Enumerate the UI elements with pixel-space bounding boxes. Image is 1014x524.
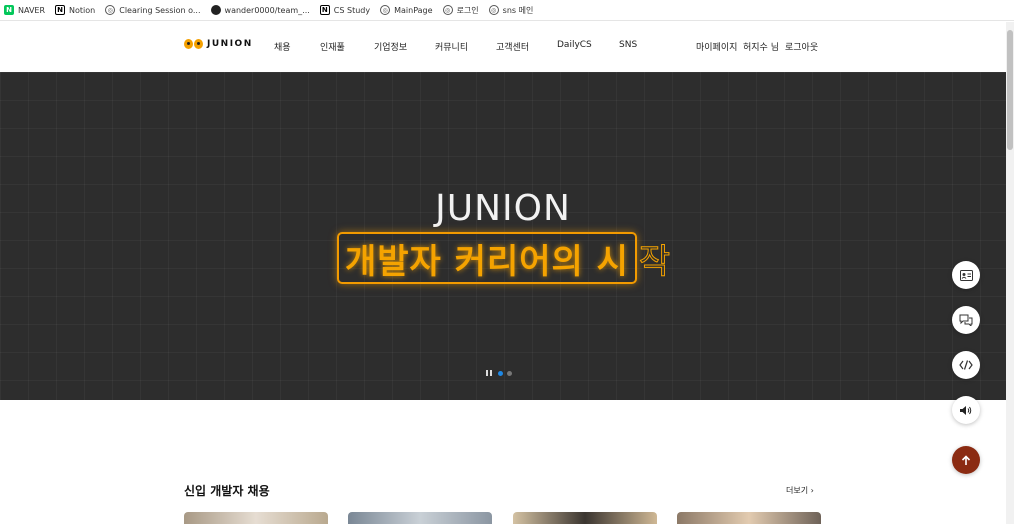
nav-jobs[interactable]: 채용 [274,40,291,53]
notion-icon: N [55,5,66,15]
notion-icon: N [319,5,330,15]
globe-icon: ◎ [380,5,391,15]
code-icon [959,360,973,370]
nav-customer-center[interactable]: 고객센터 [496,40,529,53]
bookmark-label: Notion [69,5,96,15]
scrollbar-thumb[interactable] [1007,30,1013,150]
page-scrollbar[interactable] [1006,22,1014,524]
nav-company-info[interactable]: 기업정보 [374,40,407,53]
bookmark-label: Clearing Session o... [119,5,201,15]
arrow-up-icon [961,454,971,465]
globe-icon: ◎ [488,5,499,15]
more-link[interactable]: 더보기 › [786,485,814,496]
more-label: 더보기 [786,486,809,495]
carousel-controls [486,370,516,376]
globe-icon: ◎ [442,5,453,15]
bookmark-label: MainPage [394,5,433,15]
bookmark-label: sns 메인 [502,5,534,15]
bookmark-cs-study[interactable]: N CS Study [319,5,371,15]
speaker-icon [960,405,972,415]
chat-bubbles-icon [959,314,973,326]
carousel-dot-1[interactable] [498,370,503,376]
naver-icon: N [4,5,14,15]
github-icon [210,5,221,15]
code-button[interactable] [952,351,980,379]
user-name: 허지수 님 [743,43,779,53]
bookmark-mainpage[interactable]: ◎ MainPage [380,5,433,15]
bookmark-naver[interactable]: N NAVER [4,5,45,15]
page: JUNION 채용 인재풀 기업정보 커뮤니티 고객센터 DailyCS SNS… [0,22,1006,524]
logo-mark-icon [184,39,204,49]
nav-talent-pool[interactable]: 인재풀 [320,40,345,53]
bookmark-clearing-session[interactable]: ◎ Clearing Session o... [105,5,201,15]
logo[interactable]: JUNION [184,39,253,49]
site-header: JUNION 채용 인재풀 기업정보 커뮤니티 고객센터 DailyCS SNS… [0,22,1006,72]
section-title-new-dev-jobs: 신입 개발자 채용 [184,484,270,498]
logo-text: JUNION [207,39,253,49]
nav-community[interactable]: 커뮤니티 [435,40,468,53]
bookmark-sns-main[interactable]: ◎ sns 메인 [488,5,534,16]
hero-subtitle-highlight-box: 개발자 커리어의 시 [337,232,637,284]
chevron-right-icon: › [810,486,814,495]
bookmark-label: CS Study [333,5,371,15]
scroll-top-button[interactable] [952,446,980,474]
resume-button[interactable] [952,261,980,289]
logout-link[interactable]: 로그아웃 [785,40,818,53]
sound-button[interactable] [952,396,980,424]
job-card-2[interactable] [348,512,492,524]
job-card-4[interactable] [677,512,821,524]
bookmark-github[interactable]: wander0000/team_... [210,5,310,15]
bookmark-label: NAVER [18,5,46,15]
bookmark-label: 로그인 [456,5,479,15]
bookmark-label: wander0000/team_... [224,5,310,15]
job-card-3[interactable] [513,512,657,524]
nav-dailycs[interactable]: DailyCS [557,40,592,50]
id-card-icon [959,269,973,281]
nav-mypage[interactable]: 마이페이지 [696,40,737,53]
pause-icon[interactable] [486,370,492,376]
hero-title: JUNION [435,188,571,229]
hero-banner: JUNION 개발자 커리어의 시 작 [0,72,1006,400]
bookmark-notion[interactable]: N Notion [55,5,95,15]
nav-sns[interactable]: SNS [619,40,637,50]
hero-subtitle-highlight: 개발자 커리어의 시 [345,241,629,282]
bookmark-login[interactable]: ◎ 로그인 [442,5,479,16]
hero-subtitle-tail: 작 [638,241,671,282]
job-card-1[interactable] [184,512,328,524]
globe-icon: ◎ [105,5,116,15]
hero-subtitle: 개발자 커리어의 시 작 [337,232,671,284]
bookmarks-bar: N NAVER N Notion ◎ Clearing Session o... wa… [0,0,1014,21]
carousel-dot-2[interactable] [507,370,512,376]
chat-button[interactable] [952,306,980,334]
